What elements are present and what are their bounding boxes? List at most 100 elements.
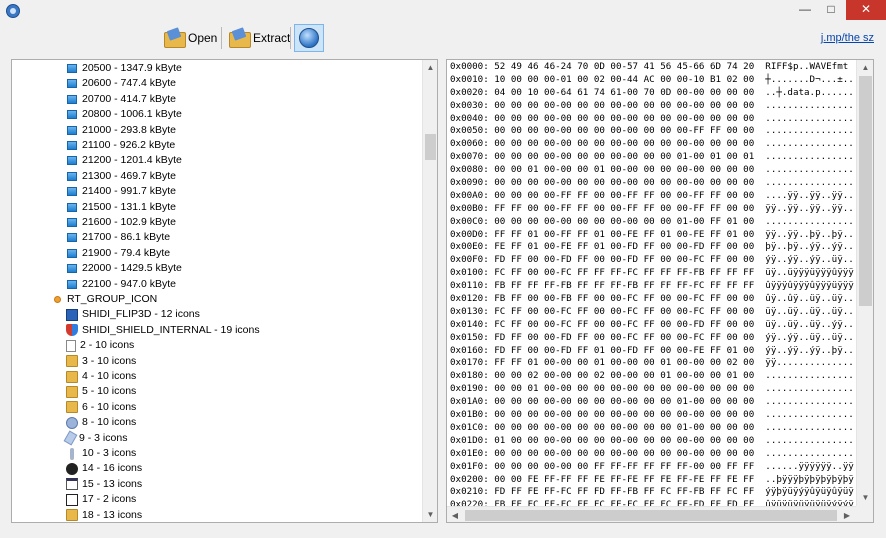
tool-icon	[63, 430, 78, 446]
maximize-button[interactable]: □	[818, 0, 844, 20]
tree-item[interactable]: SHIDI_FLIP3D - 12 icons	[66, 307, 200, 322]
hex-hscroll-thumb[interactable]	[465, 510, 837, 521]
extract-button[interactable]: Extract	[225, 24, 294, 52]
tree-item[interactable]: 22000 - 1429.5 kByte	[66, 261, 182, 276]
globe-icon	[299, 28, 319, 48]
bitmap-icon	[67, 125, 77, 135]
tree-item[interactable]: 21100 - 926.2 kByte	[66, 138, 175, 153]
hex-line: 0x0040: 00 00 00 00-00 00 00 00-00 00 00…	[450, 112, 854, 124]
hex-line: 0x0100: FC FF 00 00-FC FF FF FF-FC FF FF…	[450, 267, 854, 279]
tree-item[interactable]: 10 - 3 icons	[66, 446, 136, 461]
open-button-label: Open	[188, 31, 218, 45]
tree-item[interactable]: 21400 - 991.7 kByte	[66, 184, 176, 199]
hex-line: 0x0020: 04 00 10 00-64 61 74 61-00 70 0D…	[450, 86, 854, 98]
bitmap-icon	[67, 79, 77, 89]
bitmap-icon	[67, 233, 77, 243]
hex-line: 0x0130: FC FF 00 00-FC FF 00 00-FC FF 00…	[450, 305, 854, 317]
tree-item[interactable]: 8 - 10 icons	[66, 415, 136, 430]
scroll-down-arrow-icon[interactable]: ▼	[423, 507, 437, 522]
tree-item[interactable]: 21900 - 79.4 kByte	[66, 246, 170, 261]
scroll-up-arrow-icon[interactable]: ▲	[423, 60, 437, 75]
tree-item[interactable]: 14 - 16 icons	[66, 461, 142, 476]
tree-item[interactable]: 22100 - 947.0 kByte	[66, 277, 176, 292]
title-bar: — □ ✕	[0, 0, 886, 22]
resource-tree[interactable]: 20500 - 1347.9 kByte 20600 - 747.4 kByte 2…	[11, 59, 438, 523]
hex-line: 0x0200: 00 00 FE FF-FF FF FE FF-FE FF FE…	[450, 473, 854, 485]
hex-line: 0x0030: 00 00 00 00-00 00 00 00-00 00 00…	[450, 99, 854, 111]
tree-item[interactable]: 21700 - 86.1 kByte	[66, 230, 170, 245]
tree-item-label: SHIDI_SHIELD_INTERNAL - 19 icons	[82, 323, 260, 336]
gear-icon	[66, 416, 78, 429]
hex-viewer[interactable]: 0x0000: 52 49 46 46-24 70 0D 00-57 41 56…	[446, 59, 874, 523]
app-icon[interactable]	[6, 4, 20, 18]
tree-item[interactable]: 2 - 10 icons	[66, 338, 134, 353]
shield-icon	[66, 324, 78, 337]
hex-line: 0x0150: FD FF 00 00-FD FF 00 00-FC FF 00…	[450, 331, 854, 343]
tree-item[interactable]: 9 - 3 icons	[63, 430, 127, 446]
tree-item[interactable]: 21000 - 293.8 kByte	[66, 123, 176, 138]
tree-item[interactable]: 6 - 10 icons	[66, 400, 136, 415]
tree-item[interactable]: 17 - 2 icons	[66, 492, 136, 507]
hex-line: 0x01A0: 00 00 00 00-00 00 00 00-00 00 00…	[450, 396, 854, 408]
tree-scroll-thumb[interactable]	[425, 134, 436, 160]
tree-item[interactable]: 21200 - 1201.4 kByte	[66, 153, 182, 168]
tree-item-label: 8 - 10 icons	[82, 416, 137, 429]
bitmap-icon	[67, 110, 77, 120]
bitmap-icon	[67, 171, 77, 181]
tree-item[interactable]: 5 - 10 icons	[66, 384, 136, 399]
tree-item[interactable]: SHIDI_SHIELD_INTERNAL - 19 icons	[66, 323, 260, 338]
open-folder-icon	[164, 30, 186, 48]
hex-scroll-up-arrow-icon[interactable]: ▲	[857, 60, 873, 75]
square-icon	[66, 493, 78, 506]
tree-item-label: 15 - 13 icons	[82, 477, 143, 490]
hex-line: 0x0060: 00 00 00 00-00 00 00 00-00 00 00…	[450, 138, 854, 150]
tree-item[interactable]: 4 - 10 icons	[66, 369, 136, 384]
tree-item-label: 21500 - 131.1 kByte	[82, 200, 176, 213]
bitmap-icon	[67, 156, 77, 166]
hex-vertical-scrollbar[interactable]: ▲ ▼	[856, 60, 873, 506]
extract-button-label: Extract	[253, 31, 291, 45]
tree-item[interactable]: 3 - 10 icons	[66, 354, 136, 369]
hex-line: 0x01B0: 00 00 00 00-00 00 00 00-00 00 00…	[450, 409, 854, 421]
toolbar: Open Extract j.mp/the sz	[0, 22, 886, 55]
bitmap-icon	[67, 187, 77, 197]
tree-item[interactable]: 20600 - 747.4 kByte	[66, 76, 176, 91]
hex-scroll-right-arrow-icon[interactable]: ▶	[839, 508, 855, 522]
hex-line: 0x0010: 10 00 00 00-01 00 02 00-44 AC 00…	[450, 73, 854, 85]
tree-item[interactable]: 20700 - 414.7 kByte	[66, 92, 176, 107]
bitmap-icon	[67, 264, 77, 274]
tree-item-label: 22100 - 947.0 kByte	[82, 277, 176, 290]
toolbar-separator	[290, 27, 291, 49]
tree-item[interactable]: 20500 - 1347.9 kByte	[66, 61, 182, 76]
tree-item[interactable]: 18 - 13 icons	[66, 508, 142, 522]
bitmap-icon	[67, 248, 77, 258]
tree-item-label: 20700 - 414.7 kByte	[82, 92, 176, 105]
tree-item-label: 21200 - 1201.4 kByte	[82, 154, 182, 167]
monitor-icon	[66, 308, 78, 321]
open-button[interactable]: Open	[160, 24, 221, 52]
bitmap-icon	[67, 141, 77, 150]
minimize-button[interactable]: —	[792, 0, 818, 20]
tree-item[interactable]: 21500 - 131.1 kByte	[66, 200, 176, 215]
close-button[interactable]: ✕	[846, 0, 886, 20]
hex-scroll-down-arrow-icon[interactable]: ▼	[857, 490, 873, 505]
tree-item[interactable]: 21300 - 469.7 kByte	[66, 169, 176, 184]
bitmap-icon	[67, 202, 77, 212]
tree-item[interactable]: 20800 - 1006.1 kByte	[66, 107, 182, 122]
hex-line: 0x0000: 52 49 46 46-24 70 0D 00-57 41 56…	[450, 61, 854, 72]
tree-item[interactable]: 21600 - 102.9 kByte	[66, 215, 176, 230]
hex-line: 0x01E0: 00 00 00 00-00 00 00 00-00 00 00…	[450, 447, 854, 459]
hex-line: 0x0090: 00 00 00 00-00 00 00 00-00 00 00…	[450, 177, 854, 189]
hex-scroll-left-arrow-icon[interactable]: ◀	[447, 508, 463, 522]
tree-item-label: 5 - 10 icons	[82, 385, 137, 398]
about-button[interactable]	[294, 24, 324, 52]
tree-item[interactable]: RT_GROUP_ICON	[52, 292, 157, 307]
hex-scroll-thumb[interactable]	[859, 76, 872, 306]
hex-horizontal-scrollbar[interactable]: ◀ ▶	[447, 506, 856, 522]
tree-item[interactable]: 15 - 13 icons	[66, 477, 142, 492]
tree-item-label: 20800 - 1006.1 kByte	[82, 108, 182, 121]
tree-item-label: 20600 - 747.4 kByte	[82, 77, 176, 90]
tree-item-label: 4 - 10 icons	[82, 370, 137, 382]
homepage-link[interactable]: j.mp/the sz	[821, 32, 874, 44]
tree-vertical-scrollbar[interactable]: ▲ ▼	[422, 60, 437, 522]
